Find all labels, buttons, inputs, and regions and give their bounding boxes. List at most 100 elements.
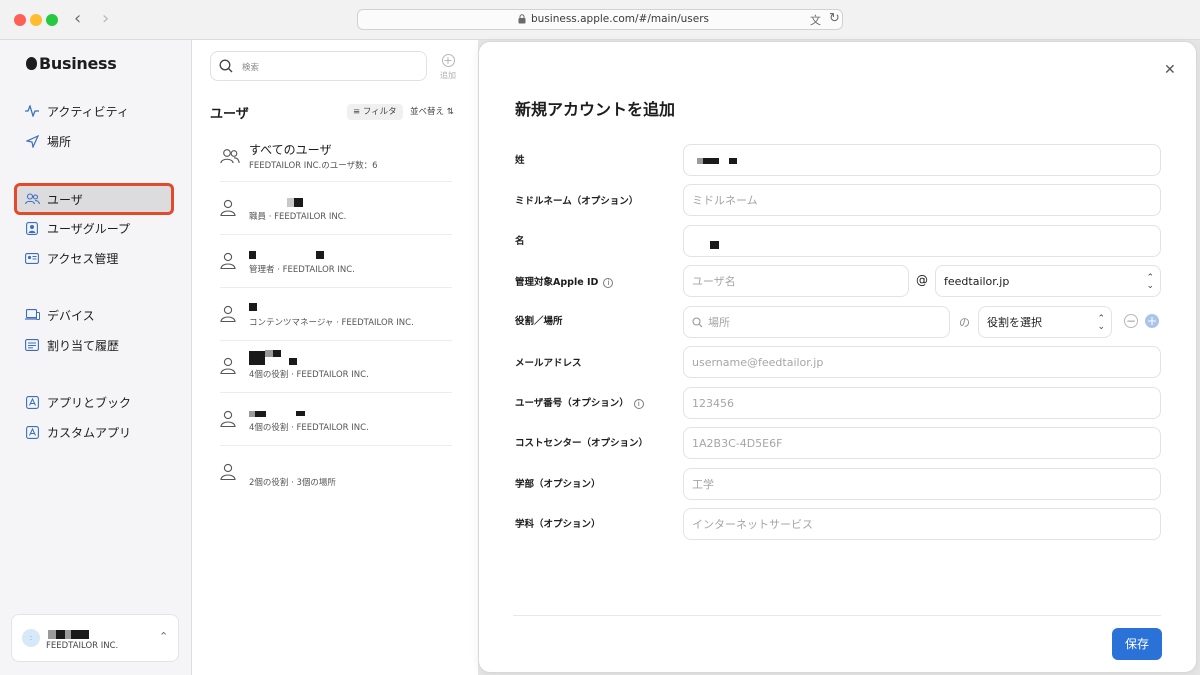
close-icon[interactable]: ✕ <box>1164 62 1176 78</box>
major-label: 学科（オプション） <box>515 519 601 530</box>
sidebar-item-assignment-history[interactable]: 割り当て履歴 <box>14 330 174 360</box>
first-name-label: 名 <box>515 236 525 247</box>
activity-icon <box>24 103 40 119</box>
info-icon[interactable]: i <box>603 278 614 288</box>
save-button[interactable]: 保存 <box>1112 628 1162 660</box>
redacted-account-name <box>48 627 89 641</box>
sidebar-item-apps-and-books[interactable]: アプリとブック <box>14 387 174 417</box>
email-field[interactable]: username@feedtailor.jp <box>683 346 1161 378</box>
first-name-field[interactable] <box>683 225 1161 257</box>
url-text: business.apple.com/#/main/users <box>531 13 710 25</box>
cost-center-field[interactable]: 1A2B3C-4D5E6F <box>683 427 1161 459</box>
list-item-all-users[interactable]: すべてのユーザ FEEDTAILOR INC.のユーザ数：6 <box>220 130 452 182</box>
person-icon <box>220 305 236 322</box>
chevron-left-icon[interactable]: ‹ <box>74 9 81 29</box>
at-sign: @ <box>916 273 928 287</box>
list-item[interactable]: 職員 · FEEDTAILOR INC. <box>220 183 452 235</box>
redacted-name <box>249 406 305 420</box>
role-select[interactable]: 役割を選択 ⌃ ⌄ <box>978 306 1112 338</box>
list-item-sub: 管理者 · FEEDTAILOR INC. <box>249 265 355 275</box>
filter-button[interactable]: ≡ フィルタ <box>347 104 403 120</box>
account-switcher[interactable]: : FEEDTAILOR INC. ⌃ <box>11 614 179 662</box>
sidebar-item-users[interactable]: ユーザ <box>14 183 174 215</box>
sidebar-item-label: アクセス管理 <box>47 251 119 266</box>
sidebar-item-devices[interactable]: デバイス <box>14 300 174 330</box>
list-item-sub: 4個の役割 · FEEDTAILOR INC. <box>249 370 369 380</box>
list-item-sub: FEEDTAILOR INC.のユーザ数：6 <box>249 161 378 171</box>
list-item[interactable]: コンテンツマネージャ · FEEDTAILOR INC. <box>220 289 452 341</box>
custom-app-icon <box>24 424 40 440</box>
chevron-right-icon[interactable]: › <box>102 9 109 29</box>
list-item[interactable]: 4個の役割 · FEEDTAILOR INC. <box>220 394 452 446</box>
translate-icon[interactable]: 文 <box>810 12 821 28</box>
person-icon <box>220 252 236 269</box>
apple-id-label-text: 管理対象Apple ID <box>515 277 599 288</box>
history-icon <box>24 337 40 353</box>
reload-icon[interactable]: ↻ <box>829 11 840 26</box>
info-icon[interactable]: i <box>633 399 644 409</box>
sidebar-item-activity[interactable]: アクティビティ <box>14 96 174 126</box>
brand-logo[interactable]: Business <box>26 54 117 73</box>
list-item-sub: 2個の役割 · 3個の場所 <box>249 478 336 488</box>
cost-center-label: コストセンター（オプション） <box>515 438 649 449</box>
sidebar-item-label: アクティビティ <box>47 104 129 119</box>
user-group-icon <box>24 220 40 236</box>
avatar: : <box>22 629 40 647</box>
user-number-label-text: ユーザ番号（オプション） <box>515 398 629 409</box>
list-item[interactable]: 4個の役割 · FEEDTAILOR INC. <box>220 341 452 393</box>
sort-button[interactable]: 並べ替え ⇅ <box>410 105 454 117</box>
plus-circle-icon: + <box>441 54 455 67</box>
redacted-name <box>249 350 297 365</box>
remove-role-button[interactable]: − <box>1124 314 1138 328</box>
role-select-value: 役割を選択 <box>987 316 1042 329</box>
department-label: 学部（オプション） <box>515 479 601 490</box>
chevron-up-down-icon[interactable]: ⌃ <box>159 630 168 643</box>
add-account-dialog: ✕ 新規アカウントを追加 姓 ミドルネーム（オプション） ミドルネーム 名 管理… <box>478 41 1197 673</box>
person-icon <box>220 463 236 480</box>
sidebar-item-user-groups[interactable]: ユーザグループ <box>14 213 174 243</box>
users-icon <box>24 191 40 207</box>
list-item[interactable]: 管理者 · FEEDTAILOR INC. <box>220 236 452 288</box>
middle-name-label: ミドルネーム（オプション） <box>515 196 639 207</box>
sidebar-item-label: ユーザ <box>47 192 83 207</box>
sidebar-item-label: ユーザグループ <box>47 221 131 236</box>
search-icon <box>692 316 703 327</box>
minimize-window-button[interactable] <box>30 14 42 26</box>
sidebar-item-locations[interactable]: 場所 <box>14 126 174 156</box>
browser-titlebar: ‹ › business.apple.com/#/main/users 文 ↻ <box>0 0 1200 40</box>
sidebar-item-label: 割り当て履歴 <box>47 338 120 353</box>
person-icon <box>220 357 236 374</box>
add-role-button[interactable]: + <box>1145 314 1159 328</box>
user-number-field[interactable]: 123456 <box>683 387 1161 419</box>
department-field[interactable]: 工学 <box>683 468 1161 500</box>
address-bar[interactable]: business.apple.com/#/main/users 文 ↻ <box>357 9 843 30</box>
sidebar-item-label: 場所 <box>47 134 72 149</box>
account-org-name: FEEDTAILOR INC. <box>46 641 119 651</box>
last-name-field[interactable] <box>683 144 1161 176</box>
add-user-button[interactable]: + 追加 <box>438 54 458 81</box>
sort-arrows-icon: ⇅ <box>446 107 454 117</box>
sidebar-item-access-management[interactable]: アクセス管理 <box>14 243 174 273</box>
email-label: メールアドレス <box>515 358 582 369</box>
search-input[interactable]: 検索 <box>210 51 427 81</box>
last-name-label: 姓 <box>515 155 525 166</box>
zoom-window-button[interactable] <box>46 14 58 26</box>
middle-name-field[interactable]: ミドルネーム <box>683 184 1161 216</box>
location-search-field[interactable]: 場所 <box>683 306 950 338</box>
add-label: 追加 <box>440 71 456 80</box>
list-item-name: すべてのユーザ <box>249 143 332 157</box>
major-field[interactable]: インターネットサービス <box>683 508 1161 540</box>
chevron-up-down-icon: ⌃ ⌄ <box>1097 314 1105 332</box>
apple-logo-icon <box>26 57 37 70</box>
list-item-sub: コンテンツマネージャ · FEEDTAILOR INC. <box>249 318 414 328</box>
list-item-sub: 4個の役割 · FEEDTAILOR INC. <box>249 423 369 433</box>
list-item-sub: 職員 · FEEDTAILOR INC. <box>249 212 347 222</box>
list-item[interactable]: 2個の役割 · 3個の場所 <box>220 447 452 499</box>
close-window-button[interactable] <box>14 14 26 26</box>
sidebar-item-label: アプリとブック <box>47 395 132 410</box>
sidebar-item-custom-apps[interactable]: カスタムアプリ <box>14 417 174 447</box>
apps-icon <box>24 394 40 410</box>
user-number-label: ユーザ番号（オプション） i <box>515 395 644 409</box>
domain-select[interactable]: feedtailor.jp ⌃ ⌄ <box>935 265 1161 297</box>
username-field[interactable]: ユーザ名 <box>683 265 909 297</box>
